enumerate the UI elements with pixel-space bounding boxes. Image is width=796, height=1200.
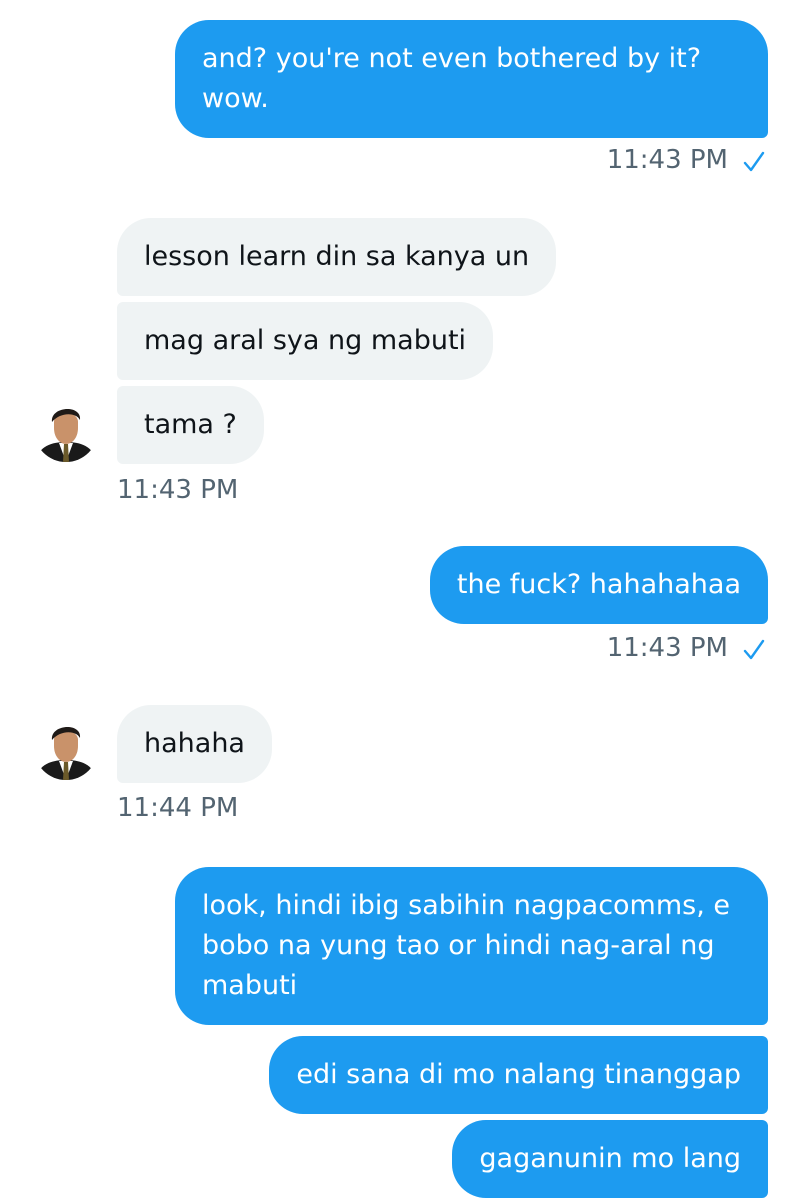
message-text: lesson learn din sa kanya un xyxy=(144,241,530,272)
message-bubble-received[interactable]: mag aral sya ng mabuti xyxy=(117,302,494,380)
person-icon xyxy=(34,716,98,780)
message-bubble-received[interactable]: tama ? xyxy=(117,386,264,464)
message-text: hahaha xyxy=(144,728,245,759)
message-bubble-sent[interactable]: the fuck? hahahahaa xyxy=(429,546,768,624)
message-text: edi sana di mo nalang tinanggap xyxy=(296,1059,741,1090)
message-bubble-sent[interactable]: gaganunin mo lang xyxy=(452,1120,768,1198)
check-icon xyxy=(743,639,765,660)
message-bubble-received[interactable]: hahaha xyxy=(117,705,272,783)
message-timestamp: 11:43 PM xyxy=(117,475,239,505)
avatar-icon[interactable] xyxy=(34,716,98,780)
message-text: look, hindi ibig sabihin nagpacomms, e b… xyxy=(202,890,731,1001)
message-bubble-received[interactable]: lesson learn din sa kanya un xyxy=(117,218,557,296)
message-timestamp: 11:44 PM xyxy=(117,793,239,823)
message-text: gaganunin mo lang xyxy=(479,1143,741,1174)
message-bubble-sent[interactable]: edi sana di mo nalang tinanggap xyxy=(269,1036,768,1114)
message-text: and? you're not even bothered by it? wow… xyxy=(202,43,702,114)
message-bubble-sent[interactable]: and? you're not even bothered by it? wow… xyxy=(175,20,768,138)
avatar-icon[interactable] xyxy=(34,398,98,462)
check-icon xyxy=(743,151,765,172)
message-timestamp: 11:43 PM xyxy=(606,145,728,175)
message-bubble-sent[interactable]: look, hindi ibig sabihin nagpacomms, e b… xyxy=(175,867,768,1025)
message-timestamp: 11:43 PM xyxy=(606,633,728,663)
message-text: mag aral sya ng mabuti xyxy=(144,325,467,356)
message-text: the fuck? hahahahaa xyxy=(456,569,741,600)
message-text: tama ? xyxy=(144,409,237,440)
person-icon xyxy=(34,398,98,462)
